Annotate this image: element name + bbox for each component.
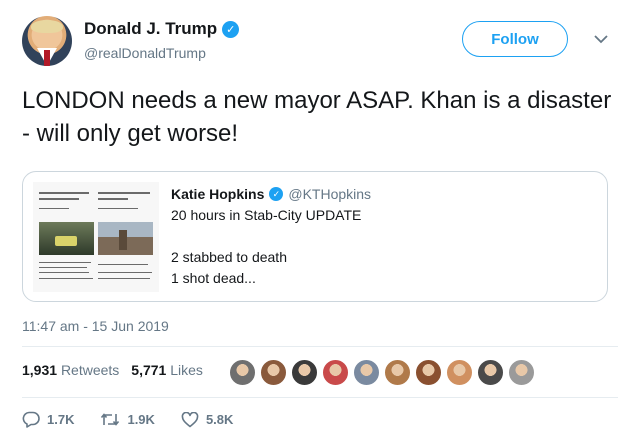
reply-action[interactable]: 1.7K bbox=[22, 411, 74, 428]
tweet-header: Donald J. Trump ✓ @realDonaldTrump Follo… bbox=[22, 16, 618, 68]
quoted-tweet-author: Katie Hopkins ✓ @KTHopkins bbox=[171, 186, 591, 202]
thumb-text-line bbox=[98, 198, 128, 200]
verified-badge-icon: ✓ bbox=[222, 20, 240, 38]
quoted-tweet-card[interactable]: Katie Hopkins ✓ @KTHopkins 20 hours in S… bbox=[22, 171, 608, 302]
author-names: Donald J. Trump ✓ @realDonaldTrump bbox=[84, 19, 240, 61]
tweet-text: LONDON needs a new mayor ASAP. Khan is a… bbox=[22, 87, 612, 147]
retweet-icon bbox=[100, 412, 120, 427]
quoted-tweet-thumbnail[interactable] bbox=[33, 182, 159, 292]
thumb-text-line bbox=[39, 272, 89, 273]
avatar-hair bbox=[31, 20, 63, 33]
quoted-tweet-line: 20 hours in Stab-City UPDATE bbox=[171, 207, 362, 223]
quoted-tweet-line: 2 stabbed to death bbox=[171, 249, 287, 265]
thumb-text-line bbox=[98, 278, 150, 279]
thumb-text-line bbox=[98, 192, 150, 194]
quoted-author-handle[interactable]: @KTHopkins bbox=[288, 186, 371, 202]
thumb-text-line bbox=[98, 272, 152, 273]
chevron-down-icon[interactable] bbox=[592, 30, 610, 48]
author-display-name[interactable]: Donald J. Trump bbox=[84, 19, 217, 39]
quoted-author-name[interactable]: Katie Hopkins bbox=[171, 186, 264, 202]
thumb-text-line bbox=[39, 198, 79, 200]
likes-stat[interactable]: 5,771 Likes bbox=[131, 362, 203, 378]
thumb-text-line bbox=[98, 208, 138, 209]
retweets-count: 1,931 bbox=[22, 362, 58, 378]
liker-avatar[interactable] bbox=[507, 358, 536, 387]
quoted-tweet-body: Katie Hopkins ✓ @KTHopkins 20 hours in S… bbox=[171, 186, 591, 289]
thumb-text-line bbox=[39, 278, 93, 279]
thumb-text-line bbox=[39, 267, 87, 268]
avatar-tie bbox=[44, 50, 50, 66]
user-avatar[interactable] bbox=[22, 16, 72, 66]
retweet-action[interactable]: 1.9K bbox=[100, 412, 155, 427]
liker-avatar[interactable] bbox=[476, 358, 505, 387]
liker-avatar[interactable] bbox=[445, 358, 474, 387]
tweet-timestamp[interactable]: 11:47 am - 15 Jun 2019 bbox=[22, 318, 169, 334]
author-display-name-row[interactable]: Donald J. Trump ✓ bbox=[84, 19, 240, 39]
liker-avatar[interactable] bbox=[414, 358, 443, 387]
like-action[interactable]: 5.8K bbox=[181, 411, 234, 428]
thumb-photo-figure bbox=[119, 230, 127, 250]
reply-icon bbox=[22, 411, 40, 428]
follow-button[interactable]: Follow bbox=[462, 21, 568, 57]
thumb-text-line bbox=[39, 192, 89, 194]
thumb-text-line bbox=[98, 264, 148, 265]
engagement-stats: 1,931 Retweets 5,771 Likes bbox=[22, 362, 203, 378]
quoted-tweet-line: 1 shot dead... bbox=[171, 270, 256, 286]
liker-avatar[interactable] bbox=[290, 358, 319, 387]
divider bbox=[22, 346, 618, 347]
author-handle[interactable]: @realDonaldTrump bbox=[84, 45, 239, 61]
thumb-text-line bbox=[39, 262, 91, 263]
liker-avatar[interactable] bbox=[321, 358, 350, 387]
liker-avatars bbox=[228, 358, 536, 387]
like-count: 5.8K bbox=[205, 412, 234, 427]
thumb-text-line bbox=[39, 208, 69, 209]
heart-icon bbox=[181, 411, 199, 428]
likes-label: Likes bbox=[170, 362, 203, 378]
liker-avatar[interactable] bbox=[352, 358, 381, 387]
retweets-label: Retweets bbox=[60, 362, 120, 378]
verified-badge-icon: ✓ bbox=[269, 187, 284, 201]
retweets-stat[interactable]: 1,931 Retweets bbox=[22, 362, 119, 378]
liker-avatar[interactable] bbox=[228, 358, 257, 387]
divider bbox=[22, 397, 618, 398]
tweet-actions: 1.7K 1.9K 5.8K bbox=[22, 411, 259, 428]
liker-avatar[interactable] bbox=[259, 358, 288, 387]
retweet-count: 1.9K bbox=[127, 412, 155, 427]
liker-avatar[interactable] bbox=[383, 358, 412, 387]
likes-count: 5,771 bbox=[131, 362, 167, 378]
thumb-photo-vehicle bbox=[55, 236, 77, 246]
reply-count: 1.7K bbox=[47, 412, 75, 427]
